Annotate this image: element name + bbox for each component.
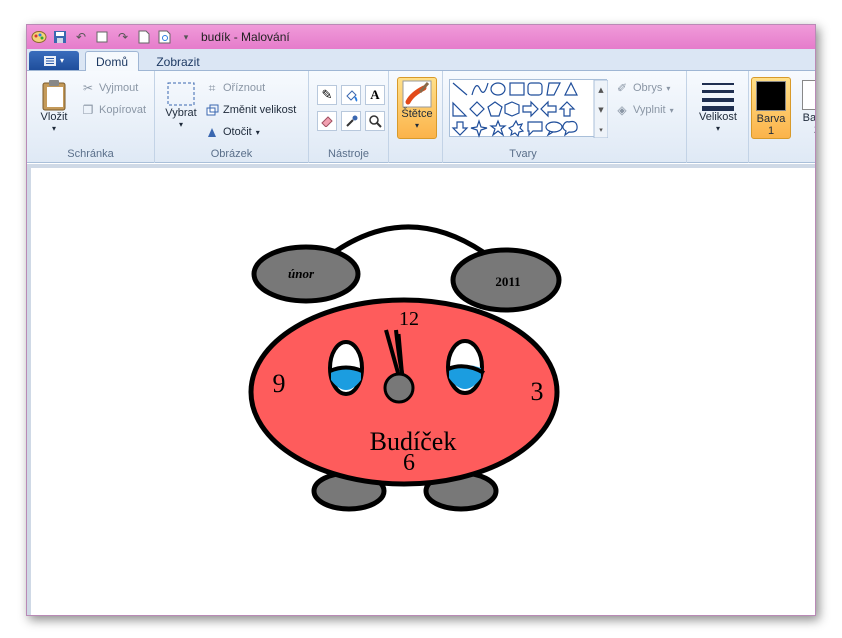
paste-button[interactable]: Vložit ▾ [35,79,73,135]
eraser-icon[interactable] [317,111,337,131]
chevron-down-icon: ▾ [414,121,419,130]
brushes-group: Štětce ▾ [389,71,443,163]
brush-icon [402,80,432,108]
drawing-canvas[interactable]: únor 2011 12 3 9 6 Budíček [31,168,815,615]
pencil-icon[interactable]: ✎ [317,85,337,105]
shapes-icons: ▲ ▼ ▾ [451,80,608,138]
paint-app-icon[interactable] [30,28,48,46]
color1-label: Barva 1 [756,113,786,137]
chevron-down-icon: ▾ [59,56,64,65]
selection-icon [167,82,195,106]
cut-button[interactable]: ✂ Vyjmout [81,81,138,95]
alarm-clock-drawing: únor 2011 12 3 9 6 Budíček [248,224,562,512]
resize-icon [205,103,219,117]
copy-label: Kopírovat [99,104,147,116]
select-button[interactable]: Vybrat ▾ [161,81,201,131]
resize-button[interactable]: Změnit velikost [205,103,296,117]
color2-label: Barva 2 [802,112,816,136]
rotate-button[interactable]: Otočit ▾ [205,125,260,139]
chevron-down-icon: ▾ [51,124,56,133]
svg-text:▾: ▾ [599,126,603,134]
svg-text:▼: ▼ [598,106,604,114]
tools-group-label: Nástroje [328,148,369,160]
brushes-button[interactable]: Štětce ▾ [397,77,437,139]
fill-bucket-icon: ◈ [617,103,627,117]
outline-icon: ✐ [616,81,628,95]
resize-label: Změnit velikost [223,104,297,116]
bell-arch [327,224,485,259]
hour-12: 12 [399,308,419,330]
customize-toolbar-icon[interactable]: ▾ [177,28,195,46]
tools-group: ✎ A Nástroje [309,71,389,163]
undo-icon[interactable]: ↶ [72,28,90,46]
canvas-area: únor 2011 12 3 9 6 Budíček [27,164,815,615]
crop-label: Oříznout [223,82,266,94]
paste-label: Vložit [40,111,68,123]
color1-button[interactable]: Barva 1 [751,77,791,139]
window-title: budík - Malování [201,30,290,44]
clipboard-icon [42,80,66,111]
select-label: Vybrat [165,107,197,119]
name-text: Budíček [370,427,457,456]
shapes-group-label: Tvary [509,148,537,160]
crop-icon: ⌗ [208,80,216,95]
rotate-label: Otočit [223,126,252,138]
cut-label: Vyjmout [99,82,139,94]
chevron-down-icon: ▾ [255,127,260,137]
color1-swatch [756,81,786,111]
magnifier-icon[interactable] [365,111,385,131]
tab-view[interactable]: Zobrazit [147,51,209,72]
color2-button[interactable]: Barva 2 [797,77,816,139]
size-button[interactable]: Velikost ▾ [693,79,743,135]
outline-label: Obrys [633,82,663,94]
paint-window: ↶ ↷ ▾ budík - Malování ▾ Domů Zobrazit V… [26,24,816,616]
save-icon[interactable] [51,28,69,46]
clipboard-group-label: Schránka [67,148,114,160]
right-eye [446,339,486,395]
chevron-down-icon: ▾ [178,120,183,129]
image-group: Vybrat ▾ ⌗ Oříznout Změnit velikost Otoč… [155,71,309,163]
new-file-icon[interactable] [135,28,153,46]
fill-label: Vyplnit [633,104,666,116]
copy-button[interactable]: ❐ Kopírovat [81,103,146,117]
svg-text:▲: ▲ [598,86,604,94]
scissors-icon: ✂ [82,81,94,95]
fill-shape-button[interactable]: ◈ Vyplnit ▾ [615,103,674,117]
tab-home[interactable]: Domů [85,51,139,72]
left-bell-text: únor [288,266,315,281]
color2-swatch [802,80,815,110]
text-icon[interactable]: A [365,85,385,105]
color-picker-icon[interactable] [341,111,361,131]
redo-arrow-icon[interactable]: ↷ [114,28,132,46]
fill-icon[interactable] [341,85,361,105]
chevron-down-icon: ▾ [666,83,671,93]
print-preview-icon[interactable] [156,28,174,46]
shapes-gallery[interactable]: ▲ ▼ ▾ [449,79,608,138]
clock-center [383,372,415,404]
size-group: Velikost ▾ [687,71,749,163]
clipboard-group: Vložit ▾ ✂ Vyjmout ❐ Kopírovat Schránka [27,71,155,163]
title-bar: ↶ ↷ ▾ budík - Malování [27,25,815,49]
right-bell-text: 2011 [495,274,520,289]
ribbon-tabs: ▾ Domů Zobrazit [27,49,815,72]
image-group-label: Obrázek [210,148,253,160]
brushes-label: Štětce [401,108,433,120]
hour-3: 3 [531,377,544,406]
redo-icon[interactable] [93,28,111,46]
shapes-group: ▲ ▼ ▾ ✐ Obrys ▾ ◈ Vyplnit ▾ Tvary [443,71,687,163]
outline-button[interactable]: ✐ Obrys ▾ [615,81,670,95]
rotate-icon [205,125,219,139]
left-eye [328,340,364,396]
ribbon: Vložit ▾ ✂ Vyjmout ❐ Kopírovat Schránka … [27,71,816,163]
chevron-down-icon: ▾ [669,105,674,115]
copy-icon: ❐ [82,103,94,117]
chevron-down-icon: ▾ [715,124,720,133]
hour-9: 9 [273,369,286,398]
file-menu-button[interactable]: ▾ [29,51,79,70]
crop-button[interactable]: ⌗ Oříznout [205,80,266,95]
line-size-icon [702,83,734,111]
size-label: Velikost [699,111,737,123]
